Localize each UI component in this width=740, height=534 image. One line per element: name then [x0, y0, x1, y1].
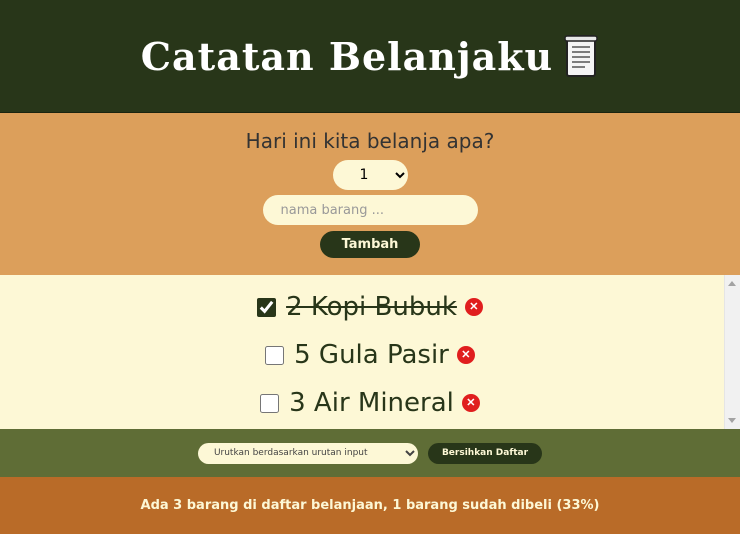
- shopping-list: 2 Kopi Bubuk ✕ 5 Gula Pasir ✕ 3 Air Mineral ✕: [0, 275, 740, 429]
- delete-item-button[interactable]: ✕: [461, 394, 480, 412]
- list-item: 2 Kopi Bubuk ✕: [0, 283, 740, 331]
- close-icon: ✕: [469, 300, 479, 313]
- item-name-input[interactable]: [262, 195, 478, 225]
- close-icon: ✕: [466, 396, 476, 409]
- list-scrollbar[interactable]: [724, 275, 740, 429]
- page-icon: [563, 34, 599, 78]
- item-label: 3 Air Mineral: [289, 388, 454, 418]
- clear-list-button[interactable]: Bersihkan Daftar: [427, 442, 543, 464]
- page-title-text: Catatan Belanjaku: [140, 33, 554, 79]
- add-item-form: Hari ini kita belanja apa? 1 Tambah: [0, 113, 740, 275]
- scroll-down-icon[interactable]: [728, 418, 736, 423]
- header: Catatan Belanjaku: [0, 0, 740, 113]
- stats-footer: Ada 3 barang di daftar belanjaan, 1 bara…: [0, 477, 740, 534]
- delete-item-button[interactable]: ✕: [464, 298, 483, 316]
- actions-bar: Urutkan berdasarkan urutan input Bersihk…: [0, 429, 740, 477]
- item-list: 2 Kopi Bubuk ✕ 5 Gula Pasir ✕ 3 Air Mineral ✕: [0, 275, 740, 427]
- item-label: 2 Kopi Bubuk: [286, 292, 457, 322]
- page-title: Catatan Belanjaku: [141, 34, 599, 79]
- list-item: 5 Gula Pasir ✕: [0, 331, 740, 379]
- list-item: 3 Air Mineral ✕: [0, 379, 740, 427]
- add-button[interactable]: Tambah: [319, 231, 421, 258]
- quantity-select[interactable]: 1: [332, 160, 408, 190]
- form-question: Hari ini kita belanja apa?: [245, 129, 495, 153]
- item-checkbox[interactable]: [260, 393, 280, 413]
- close-icon: ✕: [461, 348, 471, 361]
- item-checkbox[interactable]: [257, 297, 277, 317]
- stats-text: Ada 3 barang di daftar belanjaan, 1 bara…: [140, 498, 600, 513]
- app: Catatan Belanjaku Hari ini kita belanja …: [0, 0, 740, 534]
- item-checkbox[interactable]: [265, 345, 285, 365]
- delete-item-button[interactable]: ✕: [456, 346, 475, 364]
- sort-select[interactable]: Urutkan berdasarkan urutan input: [197, 442, 418, 464]
- item-label: 5 Gula Pasir: [294, 340, 449, 370]
- scroll-up-icon[interactable]: [728, 281, 736, 286]
